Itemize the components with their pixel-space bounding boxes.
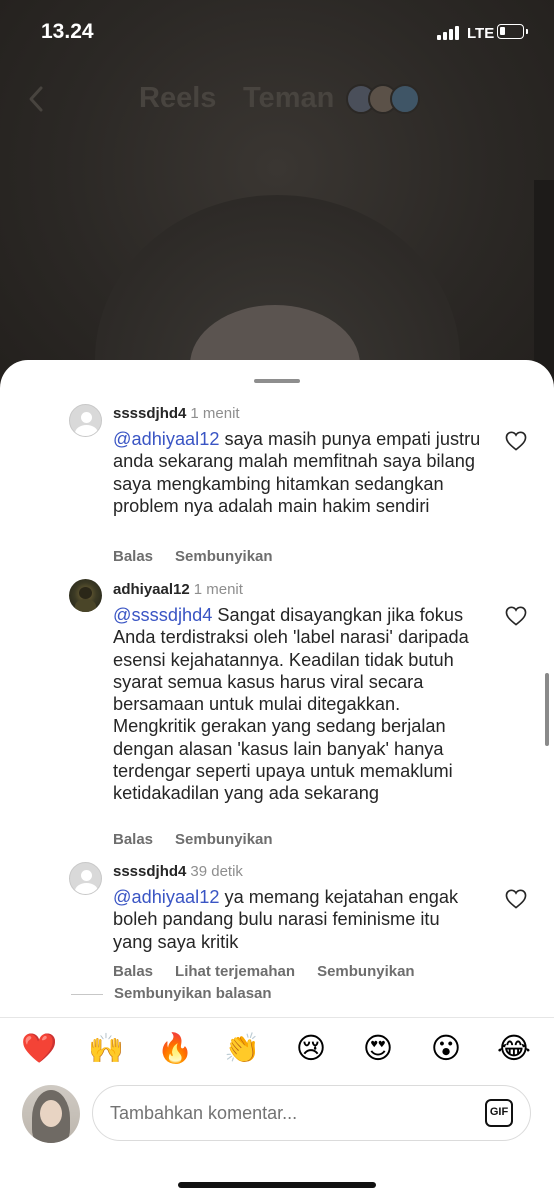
friend-avatars[interactable]: [346, 84, 426, 114]
comment-text: @ssssdjhd4 Sangat disayangkan jika fokus…: [113, 604, 483, 805]
comment-time: 39 detik: [190, 863, 243, 880]
heart-icon[interactable]: [505, 606, 527, 626]
comment-time: 1 menit: [193, 581, 243, 598]
avatar[interactable]: [69, 862, 102, 895]
my-avatar: [22, 1085, 80, 1143]
username[interactable]: ssssdjhd4: [113, 863, 186, 880]
emoji-bar: ❤️ 🙌 🔥 👏 😢 😍 😮 😂: [0, 1028, 554, 1072]
mention-link[interactable]: @adhiyaal12: [113, 887, 219, 907]
gif-button[interactable]: GIF: [485, 1099, 513, 1127]
heart-icon[interactable]: [505, 889, 527, 909]
avatar[interactable]: [69, 579, 102, 612]
comment-input[interactable]: Tambahkan komentar... GIF: [92, 1085, 531, 1141]
scrollbar[interactable]: [545, 673, 549, 746]
divider: [0, 1017, 554, 1018]
status-bar: 13.24 LTE: [0, 0, 554, 66]
emoji-heart-eyes[interactable]: 😍: [358, 1028, 398, 1068]
avatar[interactable]: [69, 404, 102, 437]
comment-actions: Balas Lihat terjemahan Sembunyikan: [113, 963, 437, 980]
comment-body: Sangat disayangkan jika fokus Anda terdi…: [113, 605, 469, 804]
comment-composer: Tambahkan komentar... GIF: [0, 1082, 554, 1148]
video-shadow: [534, 180, 554, 380]
emoji-clap[interactable]: 👏: [222, 1028, 262, 1068]
thread-line: [71, 994, 103, 995]
mention-link[interactable]: @adhiyaal12: [113, 429, 219, 449]
hide-button[interactable]: Sembunyikan: [175, 831, 273, 848]
comment-text: @adhiyaal12 saya masih punya empati just…: [113, 428, 483, 517]
friend-avatar: [390, 84, 420, 114]
hide-button[interactable]: Sembunyikan: [317, 963, 415, 980]
home-indicator: [178, 1182, 376, 1188]
tab-reels[interactable]: Reels: [139, 82, 216, 115]
network-type: LTE: [467, 25, 495, 42]
emoji-surprised[interactable]: 😮: [426, 1028, 466, 1068]
reply-button[interactable]: Balas: [113, 831, 153, 848]
tab-teman[interactable]: Teman: [243, 82, 334, 115]
sheet-grabber[interactable]: [254, 379, 300, 383]
comment-actions: Balas Sembunyikan: [113, 831, 295, 848]
status-time: 13.24: [41, 20, 94, 43]
top-nav: Reels Teman: [0, 78, 554, 122]
comment-time: 1 menit: [190, 405, 240, 422]
chevron-left-icon[interactable]: [22, 84, 52, 114]
heart-icon[interactable]: [505, 431, 527, 451]
battery-icon: [497, 24, 528, 39]
comment-meta: ssssdjhd4 1 menit: [113, 405, 240, 422]
username[interactable]: ssssdjhd4: [113, 405, 186, 422]
emoji-fire[interactable]: 🔥: [155, 1028, 195, 1068]
mention-link[interactable]: @ssssdjhd4: [113, 605, 212, 625]
reply-button[interactable]: Balas: [113, 963, 153, 980]
comment-input-placeholder: Tambahkan komentar...: [110, 1103, 298, 1123]
translate-button[interactable]: Lihat terjemahan: [175, 963, 295, 980]
emoji-laughing[interactable]: 😂: [494, 1028, 534, 1068]
emoji-heart[interactable]: ❤️: [19, 1028, 59, 1068]
emoji-raising-hands[interactable]: 🙌: [86, 1028, 126, 1068]
hide-replies-label: Sembunyikan balasan: [114, 985, 272, 1002]
hide-button[interactable]: Sembunyikan: [175, 548, 273, 565]
comment-actions: Balas Sembunyikan: [113, 548, 295, 565]
comment-meta: ssssdjhd4 39 detik: [113, 863, 243, 880]
emoji-crying[interactable]: 😢: [291, 1028, 331, 1068]
username[interactable]: adhiyaal12: [113, 581, 190, 598]
comment-meta: adhiyaal12 1 menit: [113, 581, 243, 598]
reply-button[interactable]: Balas: [113, 548, 153, 565]
comment-text: @adhiyaal12 ya memang kejatahan engak bo…: [113, 886, 483, 953]
signal-bars-icon: [437, 26, 463, 40]
comments-sheet: ssssdjhd4 1 menit @adhiyaal12 saya masih …: [0, 360, 554, 1200]
